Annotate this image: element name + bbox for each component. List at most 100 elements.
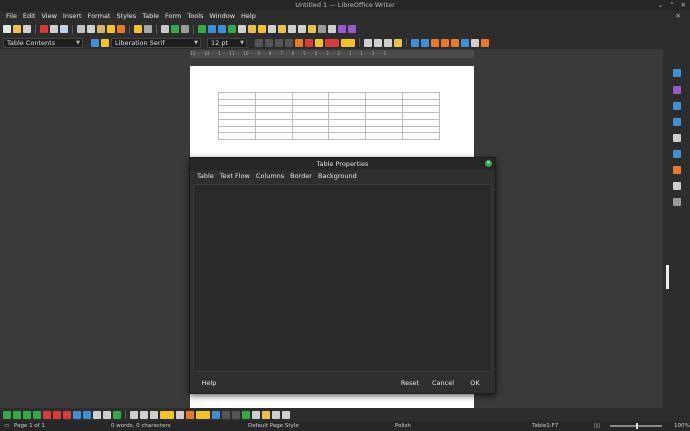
table-cell[interactable]	[402, 105, 440, 114]
new-style-icon[interactable]	[101, 38, 109, 47]
copy-icon[interactable]	[87, 25, 95, 33]
table-cell[interactable]	[365, 132, 404, 140]
menu-window[interactable]: Window	[206, 11, 238, 22]
number-format-percent-icon[interactable]	[232, 410, 240, 419]
redo-icon[interactable]	[144, 25, 152, 33]
insert-page-break-icon[interactable]	[238, 25, 246, 33]
table-cell[interactable]	[218, 112, 256, 120]
table-cell[interactable]	[254, 132, 293, 140]
close-icon[interactable]: ✕	[485, 160, 492, 167]
paragraph-style-select[interactable]: Table Contents ▼	[3, 37, 83, 48]
paste-icon[interactable]	[97, 25, 105, 33]
table-cell[interactable]	[402, 98, 440, 107]
table-cell[interactable]	[291, 112, 330, 120]
delete-table-icon[interactable]	[63, 410, 71, 419]
menu-insert[interactable]: Insert	[60, 11, 85, 22]
menu-format[interactable]: Format	[85, 11, 114, 22]
italic-icon[interactable]	[265, 38, 273, 47]
table-cell[interactable]	[291, 132, 330, 140]
update-style-icon[interactable]	[91, 38, 99, 47]
navigator-icon[interactable]	[673, 134, 681, 142]
minimize-button[interactable]: ⌄	[658, 1, 663, 10]
ok-button[interactable]: OK	[462, 378, 488, 389]
numbered-list-icon[interactable]	[421, 38, 429, 47]
insert-special-character-icon[interactable]	[258, 25, 266, 33]
superscript-icon[interactable]	[295, 38, 303, 47]
menu-help[interactable]: Help	[238, 11, 259, 22]
menu-tools[interactable]: Tools	[184, 11, 206, 22]
table-cell[interactable]	[291, 118, 330, 127]
table-cell[interactable]	[328, 92, 367, 100]
help-button[interactable]: Help	[196, 378, 222, 389]
manage-changes-icon[interactable]	[673, 150, 681, 158]
insert-table-icon[interactable]	[3, 410, 11, 419]
table-cell[interactable]	[254, 112, 293, 120]
accessibility-check-icon[interactable]	[673, 182, 681, 190]
basic-shapes-icon[interactable]	[338, 25, 346, 33]
table-cell[interactable]	[218, 98, 256, 107]
align-left-icon[interactable]	[364, 38, 372, 47]
horizontal-ruler[interactable]: 13 · · · 14 · · · 1 · · · 11 · · · 10 · …	[190, 50, 474, 58]
table-cell[interactable]	[254, 118, 293, 127]
document-table[interactable]	[218, 92, 440, 140]
cancel-button[interactable]: Cancel	[427, 378, 459, 389]
menu-view[interactable]: View	[38, 11, 59, 22]
undo-icon[interactable]	[134, 25, 142, 33]
table-cell[interactable]	[402, 125, 440, 134]
insert-columns-before-icon[interactable]	[33, 410, 41, 419]
table-cell[interactable]	[291, 125, 330, 134]
find-replace-icon[interactable]	[161, 25, 169, 33]
page-count[interactable]: Page 1 of 1	[14, 421, 45, 431]
maximize-button[interactable]: ⌃	[669, 1, 674, 10]
delete-columns-icon[interactable]	[53, 410, 61, 419]
merge-cells-icon[interactable]	[93, 410, 101, 419]
new-document-icon[interactable]	[3, 25, 11, 33]
table-cell[interactable]	[328, 105, 367, 114]
insert-endnote-icon[interactable]	[288, 25, 296, 33]
font-name-select[interactable]: Liberation Serif ▼	[111, 37, 201, 48]
zoom-level[interactable]: 100%	[674, 421, 690, 431]
paragraph-spacing-icon[interactable]	[451, 38, 459, 47]
font-size-select[interactable]: 12 pt ▼	[207, 37, 247, 48]
insert-image-icon[interactable]	[208, 25, 216, 33]
track-changes-icon[interactable]	[318, 25, 326, 33]
subscript-icon[interactable]	[305, 38, 313, 47]
border-color-icon[interactable]	[196, 410, 210, 419]
justify-icon[interactable]	[394, 38, 402, 47]
sidebar-collapse-handle[interactable]	[666, 265, 669, 289]
page-style[interactable]: Default Page Style	[248, 421, 299, 431]
align-right-icon[interactable]	[384, 38, 392, 47]
menu-file[interactable]: File	[3, 11, 20, 22]
table-cell[interactable]	[365, 105, 404, 114]
table-cell[interactable]	[218, 105, 256, 114]
tab-text-flow[interactable]: Text Flow	[217, 170, 253, 182]
menu-table[interactable]: Table	[139, 11, 162, 22]
export-pdf-icon[interactable]	[40, 25, 48, 33]
tab-border[interactable]: Border	[287, 170, 315, 182]
table-cell[interactable]	[402, 112, 440, 120]
bullet-list-icon[interactable]	[411, 38, 419, 47]
sort-icon[interactable]	[252, 410, 260, 419]
print-preview-icon[interactable]	[60, 25, 68, 33]
table-properties-icon[interactable]	[471, 38, 479, 47]
table-cell[interactable]	[218, 118, 256, 127]
properties-icon[interactable]	[673, 69, 681, 77]
table-cell[interactable]	[402, 92, 440, 100]
insert-caption-icon[interactable]	[242, 410, 250, 419]
menu-form[interactable]: Form	[162, 11, 184, 22]
table-cell[interactable]	[402, 118, 440, 127]
table-cell[interactable]	[365, 118, 404, 127]
table-cell[interactable]	[254, 105, 293, 114]
language[interactable]: Polish	[395, 421, 411, 431]
table-cell[interactable]	[365, 112, 404, 120]
reset-button[interactable]: Reset	[395, 378, 425, 389]
insert-line-icon[interactable]	[328, 25, 336, 33]
table-cell[interactable]	[328, 112, 367, 120]
page-icon[interactable]	[673, 86, 681, 94]
insert-table-icon[interactable]	[198, 25, 206, 33]
table-cell[interactable]	[402, 132, 440, 140]
delete-rows-icon[interactable]	[43, 410, 51, 419]
font-color-icon[interactable]	[325, 38, 339, 47]
table-cell[interactable]	[218, 125, 256, 134]
underline-icon[interactable]	[275, 38, 283, 47]
